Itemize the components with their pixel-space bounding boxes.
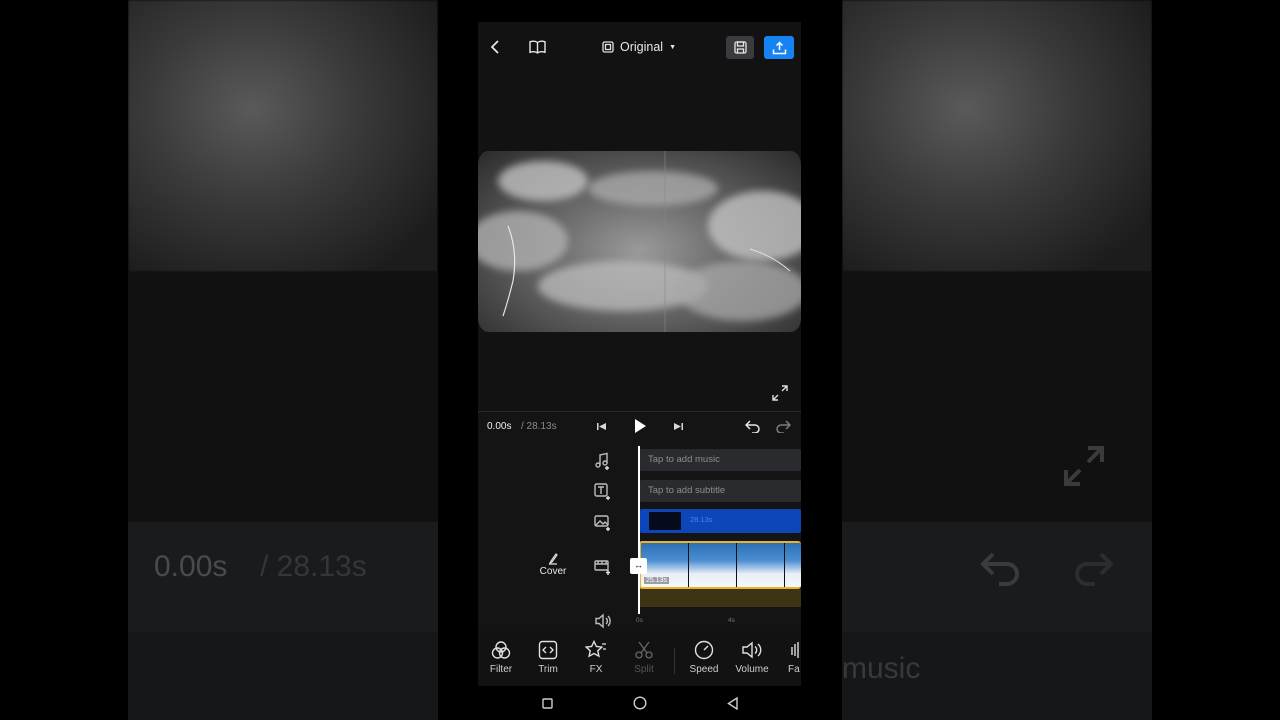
upload-icon [772,40,786,54]
system-nav-bar [478,686,801,720]
recents-icon[interactable] [540,696,554,710]
top-bar: Original ▼ [478,22,801,72]
fullscreen-icon[interactable] [770,383,790,403]
add-subtitle-icon[interactable] [592,482,614,502]
scissors-icon [635,641,653,659]
fx-star-icon [585,640,606,658]
back-icon[interactable] [725,696,739,710]
edit-toolbar: Filter Trim FX Split Speed Volume Fa [478,631,801,686]
video-editor-screen: 0.00s / 28.13s music Original ▼ 0.00s / … [0,0,1280,720]
video-preview[interactable] [478,151,801,332]
speed-gauge-icon [694,640,714,660]
editor-phone-screen: Original ▼ 0.00s / 28.13s Tap to add mus… [478,22,801,686]
blurred-background-left: 0.00s / 28.13s [128,0,438,720]
filter-label: Filter [489,664,513,675]
aspect-ratio-label: Original [620,40,664,54]
volume-icon [742,641,762,659]
save-icon [733,41,747,54]
fx-label: FX [589,664,603,675]
export-button[interactable] [764,36,794,59]
total-time: / 28.13s [521,421,557,432]
ghost-fullscreen-icon [1064,446,1104,486]
original-sound-icon[interactable] [592,611,614,631]
add-video-icon[interactable] [592,557,614,577]
add-music-icon[interactable] [592,451,614,471]
fade-icon [791,642,799,658]
book-icon[interactable] [527,37,547,57]
trim-icon [538,640,558,660]
ghost-undo-icon [980,552,1019,586]
timeline[interactable]: Tap to add music Tap to add subtitle 28.… [478,441,801,631]
fade-button[interactable]: Fa [775,639,801,675]
current-time: 0.00s [487,421,512,432]
trim-button[interactable]: Trim [528,639,568,675]
volume-label: Volume [735,664,769,675]
skip-forward-icon[interactable] [672,420,684,432]
save-button[interactable] [726,36,754,59]
ruler-mark: 4s [728,617,735,624]
video-duration: 25.13s [644,577,670,584]
playhead[interactable] [638,446,640,614]
caret-down-icon: ▼ [669,43,677,51]
video-clip[interactable]: 25.13s [639,541,801,589]
overlay-thumbnail [649,512,681,530]
aspect-frame-icon [602,41,614,53]
add-overlay-icon[interactable] [592,513,614,533]
redo-icon[interactable] [774,418,792,434]
trim-handle[interactable]: ↔ [630,558,647,574]
split-label: Split [634,664,654,675]
ruler-mark: 0s [636,617,643,624]
add-music-track[interactable]: Tap to add music [640,449,801,471]
filter-icon [491,641,511,659]
add-subtitle-track[interactable]: Tap to add subtitle [640,480,801,502]
ghost-current-time: 0.00s [154,550,228,583]
speed-button[interactable]: Speed [684,639,724,675]
home-icon[interactable] [632,695,648,711]
split-button[interactable]: Split [624,639,664,675]
cover-button[interactable]: Cover [536,553,570,577]
skip-back-icon[interactable] [595,420,607,432]
ghost-total-time: / 28.13s [260,550,367,583]
ghost-music-text: music [842,652,921,685]
audio-waveform-track[interactable] [639,589,801,607]
fx-button[interactable]: FX [576,639,616,675]
volume-button[interactable]: Volume [732,639,772,675]
cover-label: Cover [539,566,567,577]
blurred-background-right: music [842,0,1152,720]
chevron-left-icon[interactable] [486,37,504,57]
undo-icon[interactable] [744,418,762,434]
toolbar-divider [674,648,675,674]
pen-icon [548,553,558,565]
film-scratch-overlay [502,151,791,332]
trim-label: Trim [538,664,558,675]
ghost-redo-icon [1075,552,1114,586]
filter-button[interactable]: Filter [481,639,521,675]
playback-bar: 0.00s / 28.13s [478,411,801,441]
play-icon[interactable] [632,418,648,434]
blurred-sky [128,0,438,272]
aspect-ratio-selector[interactable]: Original ▼ [602,37,676,57]
overlay-duration: 28.13s [690,515,713,524]
fade-label: Fa [788,664,800,675]
speed-label: Speed [689,664,719,675]
overlay-clip[interactable]: 28.13s [640,509,801,533]
blurred-sky [842,0,1152,272]
